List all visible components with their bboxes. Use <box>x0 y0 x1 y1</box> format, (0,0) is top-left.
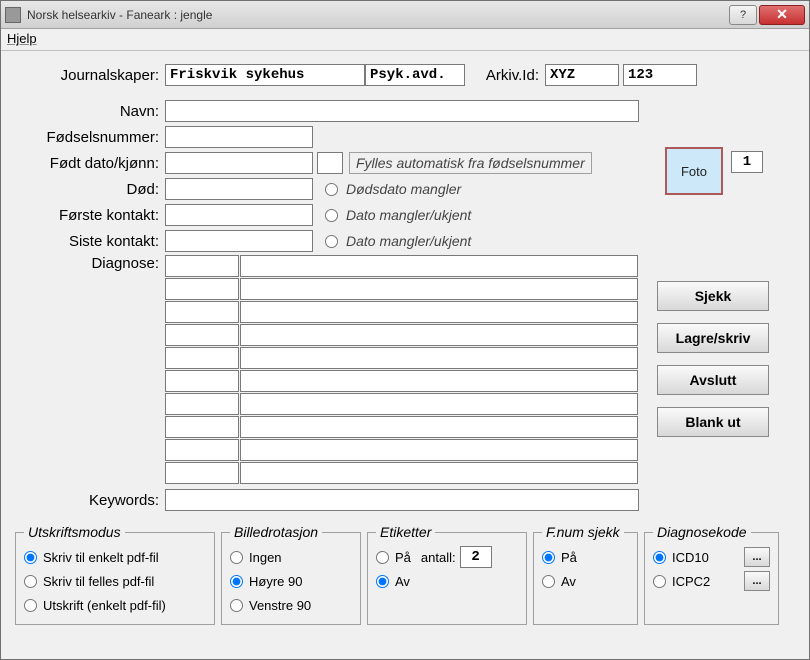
input-navn[interactable] <box>165 100 639 122</box>
input-fodt-dato[interactable] <box>165 152 313 174</box>
group-etiketter: Etiketter På antall: Av <box>367 524 527 625</box>
label-forste-mangler: Dato mangler/ukjent <box>346 207 471 223</box>
diag-code-1[interactable] <box>165 255 239 277</box>
diagnose-grid <box>165 255 638 484</box>
diag-text-9[interactable] <box>240 439 638 461</box>
radio-etikett-off[interactable] <box>376 575 389 588</box>
sjekk-button[interactable]: Sjekk <box>657 281 769 311</box>
more-icd10-button[interactable]: ... <box>744 547 770 567</box>
diag-text-6[interactable] <box>240 370 638 392</box>
menu-help[interactable]: Hjelp <box>7 31 37 46</box>
group-diagkode: Diagnosekode ICD10 ... ICPC2 ... <box>644 524 779 625</box>
legend-diagkode: Diagnosekode <box>653 524 751 540</box>
radio-forste-mangler[interactable] <box>325 209 338 222</box>
label-diagnose: Diagnose: <box>15 255 165 272</box>
radio-etikett-on[interactable] <box>376 551 389 564</box>
radio-dodsdato-mangler[interactable] <box>325 183 338 196</box>
input-etikett-antall[interactable] <box>460 546 492 568</box>
legend-fnum: F.num sjekk <box>542 524 624 540</box>
close-button[interactable]: ✕ <box>759 5 805 25</box>
input-foto-count[interactable] <box>731 151 763 173</box>
app-icon <box>5 7 21 23</box>
group-rotasjon: Billedrotasjon Ingen Høyre 90 Venstre 90 <box>221 524 361 625</box>
label-fodselsnummer: Fødselsnummer: <box>15 129 165 146</box>
label-fodt: Født dato/kjønn: <box>15 155 165 172</box>
input-journalskaper[interactable] <box>165 64 365 86</box>
label-arkivid: Arkiv.Id: <box>465 67 545 84</box>
radio-icpc2[interactable] <box>653 575 666 588</box>
diag-code-6[interactable] <box>165 370 239 392</box>
lagre-button[interactable]: Lagre/skriv <box>657 323 769 353</box>
diag-text-10[interactable] <box>240 462 638 484</box>
foto-box[interactable]: Foto <box>665 147 723 195</box>
blank-button[interactable]: Blank ut <box>657 407 769 437</box>
label-siste-mangler: Dato mangler/ukjent <box>346 233 471 249</box>
more-icpc2-button[interactable]: ... <box>744 571 770 591</box>
legend-etiketter: Etiketter <box>376 524 435 540</box>
input-kjonn[interactable] <box>317 152 343 174</box>
radio-icd10[interactable] <box>653 551 666 564</box>
radio-utskrift-2[interactable] <box>24 575 37 588</box>
label-dod: Død: <box>15 181 165 198</box>
diag-text-8[interactable] <box>240 416 638 438</box>
diag-code-2[interactable] <box>165 278 239 300</box>
label-dodsdato-mangler: Dødsdato mangler <box>346 181 461 197</box>
diag-text-1[interactable] <box>240 255 638 277</box>
radio-fnum-off[interactable] <box>542 575 555 588</box>
input-siste[interactable] <box>165 230 313 252</box>
label-siste: Siste kontakt: <box>15 233 165 250</box>
label-journalskaper: Journalskaper: <box>15 67 165 84</box>
radio-siste-mangler[interactable] <box>325 235 338 248</box>
input-fodselsnummer[interactable] <box>165 126 313 148</box>
diag-text-7[interactable] <box>240 393 638 415</box>
label-forste: Første kontakt: <box>15 207 165 224</box>
radio-rot-2[interactable] <box>230 575 243 588</box>
legend-utskrift: Utskriftsmodus <box>24 524 125 540</box>
input-arkiv-num[interactable] <box>623 64 697 86</box>
diag-code-9[interactable] <box>165 439 239 461</box>
help-button[interactable]: ? <box>729 5 757 25</box>
app-window: Norsk helsearkiv - Faneark : jengle ? ✕ … <box>0 0 810 660</box>
radio-rot-3[interactable] <box>230 599 243 612</box>
radio-utskrift-1[interactable] <box>24 551 37 564</box>
diag-code-3[interactable] <box>165 301 239 323</box>
diag-code-8[interactable] <box>165 416 239 438</box>
label-navn: Navn: <box>15 103 165 120</box>
diag-code-10[interactable] <box>165 462 239 484</box>
label-keywords: Keywords: <box>15 492 165 509</box>
legend-rotasjon: Billedrotasjon <box>230 524 322 540</box>
hint-fodt: Fylles automatisk fra fødselsnummer <box>349 152 592 174</box>
menubar: Hjelp <box>1 29 809 51</box>
avslutt-button[interactable]: Avslutt <box>657 365 769 395</box>
titlebar: Norsk helsearkiv - Faneark : jengle ? ✕ <box>1 1 809 29</box>
input-avdeling[interactable] <box>365 64 465 86</box>
diag-code-4[interactable] <box>165 324 239 346</box>
group-fnum: F.num sjekk På Av <box>533 524 638 625</box>
diag-text-2[interactable] <box>240 278 638 300</box>
diag-text-4[interactable] <box>240 324 638 346</box>
input-dod[interactable] <box>165 178 313 200</box>
input-forste[interactable] <box>165 204 313 226</box>
diag-text-5[interactable] <box>240 347 638 369</box>
input-keywords[interactable] <box>165 489 639 511</box>
diag-code-7[interactable] <box>165 393 239 415</box>
group-utskrift: Utskriftsmodus Skriv til enkelt pdf-fil … <box>15 524 215 625</box>
radio-utskrift-3[interactable] <box>24 599 37 612</box>
window-title: Norsk helsearkiv - Faneark : jengle <box>27 8 727 22</box>
input-arkiv-code[interactable] <box>545 64 619 86</box>
diag-text-3[interactable] <box>240 301 638 323</box>
radio-rot-1[interactable] <box>230 551 243 564</box>
diag-code-5[interactable] <box>165 347 239 369</box>
radio-fnum-on[interactable] <box>542 551 555 564</box>
